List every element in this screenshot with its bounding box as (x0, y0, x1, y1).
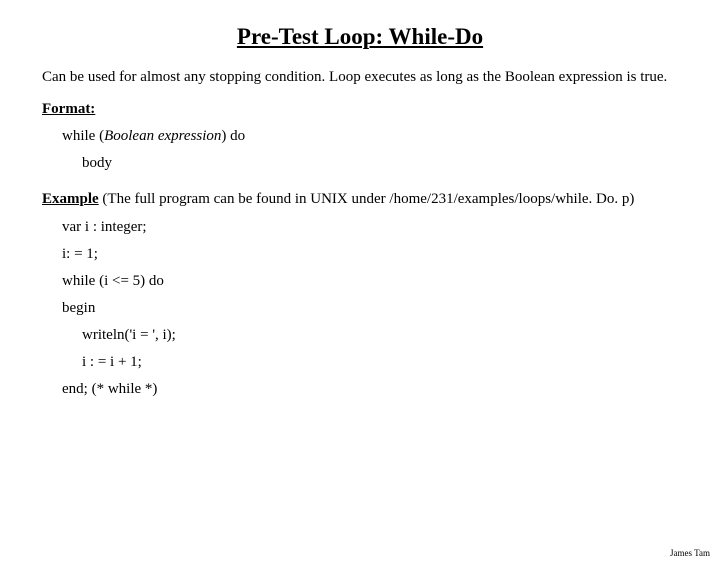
page-title: Pre-Test Loop: While-Do (0, 24, 720, 50)
code-line-init: i: = 1; (42, 246, 680, 263)
code-line-end: end; (* while *) (42, 381, 680, 398)
example-label-leading: Example (42, 191, 99, 207)
format-body-line: body (42, 155, 680, 172)
while-prefix: while ( (62, 128, 104, 144)
footer-author: James Tam (670, 548, 710, 558)
content-body: Can be used for almost any stopping cond… (0, 68, 720, 398)
example-label-rest: (The full program can be found in UNIX u… (99, 191, 635, 207)
code-line-writeln: writeln('i = ', i); (42, 327, 680, 344)
code-line-while: while (i <= 5) do (42, 273, 680, 290)
code-line-increment: i : = i + 1; (42, 354, 680, 371)
while-suffix: ) do (221, 128, 245, 144)
example-heading: Example (The full program can be found i… (42, 190, 680, 209)
intro-text: Can be used for almost any stopping cond… (42, 68, 680, 87)
format-heading: Format: (42, 101, 680, 118)
format-syntax-line: while (Boolean expression) do (42, 128, 680, 145)
code-line-begin: begin (42, 300, 680, 317)
code-line-var: var i : integer; (42, 219, 680, 236)
while-boolean-expression: Boolean expression (104, 128, 221, 144)
